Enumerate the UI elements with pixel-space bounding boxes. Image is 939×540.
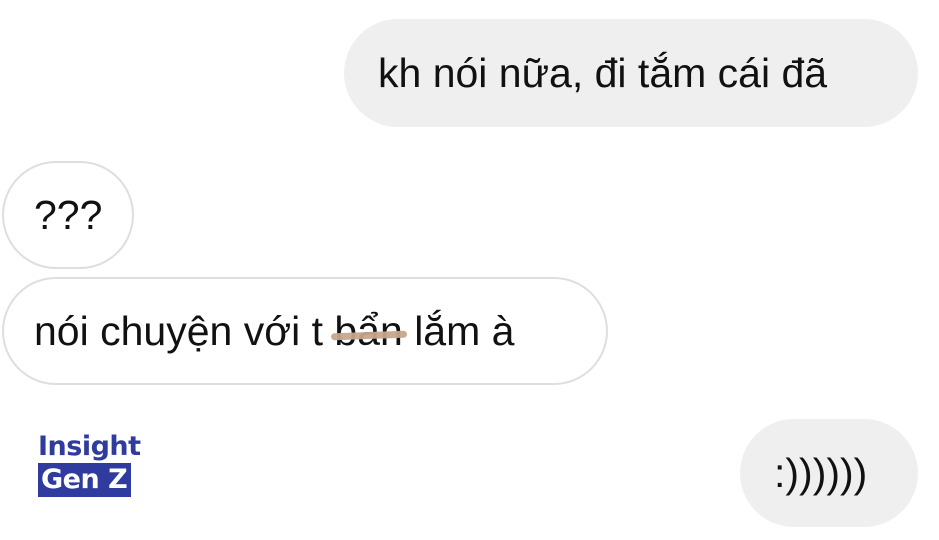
message-text-after: lắm à (402, 307, 515, 354)
message-text: kh nói nữa, đi tắm cái đã (378, 49, 828, 96)
struck-word: bẩn (331, 310, 408, 352)
sent-message-bubble[interactable]: :)))))) (740, 419, 918, 527)
received-message-bubble[interactable]: nói chuyện với t bẩn lắm à (2, 277, 608, 385)
message-text-before: nói chuyện với t (34, 307, 335, 354)
message-text: :)))))) (774, 449, 868, 496)
logo-line-insight: Insight (38, 431, 141, 462)
logo-line-genz: Gen Z (38, 463, 132, 497)
insight-genz-logo: Insight Gen Z (38, 432, 141, 497)
received-message-bubble[interactable]: ??? (2, 161, 134, 269)
message-text: ??? (34, 191, 103, 238)
sent-message-bubble[interactable]: kh nói nữa, đi tắm cái đã (344, 19, 918, 127)
